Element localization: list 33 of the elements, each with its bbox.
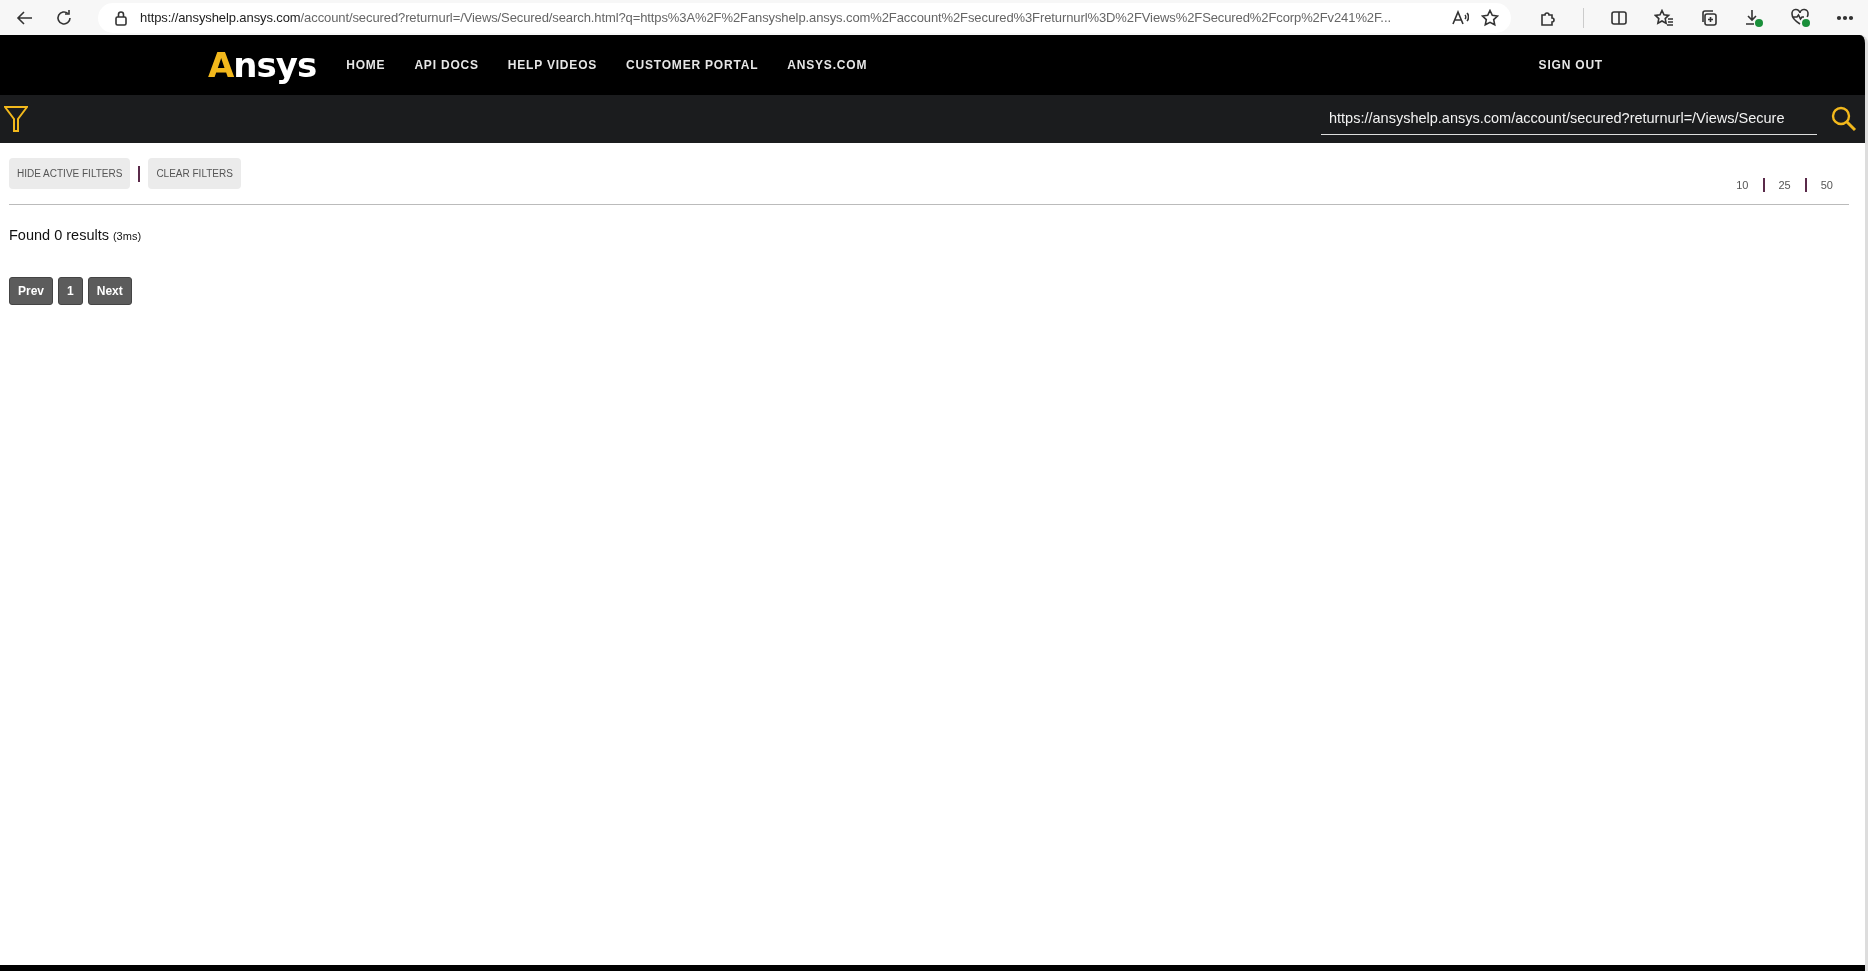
- page-size-link[interactable]: 50: [1820, 179, 1833, 191]
- ansys-logo[interactable]: Ansys: [208, 45, 317, 85]
- filter-button[interactable]: HIDE ACTIVE FILTERS: [9, 158, 131, 189]
- page-size-link[interactable]: 25: [1778, 179, 1791, 191]
- results-count: Found 0 results: [9, 227, 109, 243]
- split-screen-icon[interactable]: [1610, 8, 1628, 27]
- more-icon[interactable]: [1836, 14, 1854, 21]
- search-field[interactable]: https://ansyshelp.ansys.com/account/secured?returnurl=/Views/Secure: [1321, 103, 1817, 135]
- pagination-button[interactable]: Prev: [9, 277, 54, 305]
- nav-link[interactable]: CUSTOMER PORTAL: [626, 58, 759, 72]
- refresh-icon[interactable]: [55, 8, 73, 27]
- heart-pulse-icon[interactable]: [1790, 7, 1810, 28]
- favorites-icon[interactable]: [1654, 8, 1674, 27]
- sign-out-link[interactable]: SIGN OUT: [1538, 58, 1603, 72]
- pagination-button[interactable]: Next: [87, 277, 132, 305]
- nav-link[interactable]: API DOCS: [414, 58, 479, 72]
- url-text: https://ansyshelp.ansys.com/account/secured?returnurl=/Views/Secured/search.html?q=https%3A%2F%2Fansyshelp.ansys.com%2Faccount%2Fsecured%3Freturnurl%3D%2FViews%2FSecured%2Fcorp%2Fv241%2F...: [140, 10, 1392, 25]
- back-icon[interactable]: [16, 8, 34, 27]
- search-icon[interactable]: [1831, 106, 1857, 132]
- page-size-link[interactable]: 10: [1736, 179, 1749, 191]
- read-aloud-icon[interactable]: [1451, 9, 1469, 26]
- results-timing: (3ms): [112, 230, 142, 242]
- star-icon[interactable]: [1481, 8, 1499, 27]
- nav-link[interactable]: HELP VIDEOS: [507, 58, 598, 72]
- nav-link[interactable]: HOME: [346, 58, 386, 72]
- nav-link[interactable]: ANSYS.COM: [787, 58, 868, 72]
- address-bar[interactable]: https://ansyshelp.ansys.com/account/secured?returnurl=/Views/Secured/search.html?q=https%3A%2F%2Fansyshelp.ansys.com%2Faccount%2Fsecured%3Freturnurl%3D%2FViews%2FSecured%2Fcorp%2Fv241%2F...: [98, 2, 1511, 33]
- lock-icon[interactable]: [114, 9, 128, 26]
- collections-icon[interactable]: [1700, 8, 1718, 27]
- pagination-button[interactable]: 1: [58, 277, 83, 305]
- filter-icon[interactable]: [4, 105, 28, 133]
- filter-button[interactable]: CLEAR FILTERS: [148, 158, 241, 189]
- download-icon[interactable]: [1744, 7, 1764, 28]
